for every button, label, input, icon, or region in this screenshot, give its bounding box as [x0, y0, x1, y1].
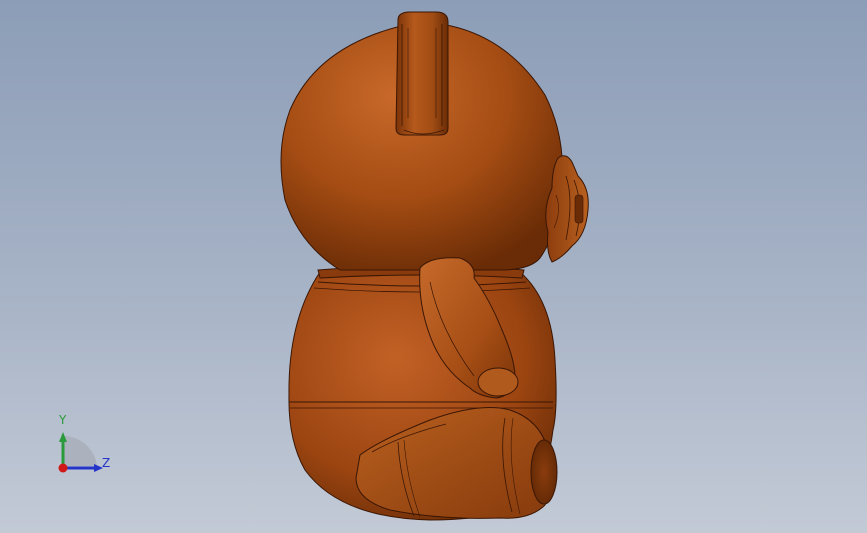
bear-ear[interactable] — [395, 11, 449, 136]
triad-y-label: Y — [59, 413, 67, 427]
bear-model[interactable] — [0, 0, 867, 533]
bear-foot-pad[interactable] — [530, 439, 558, 505]
triad-z-label: Z — [102, 456, 111, 470]
graphics-viewport[interactable]: Y Z — [0, 0, 867, 533]
